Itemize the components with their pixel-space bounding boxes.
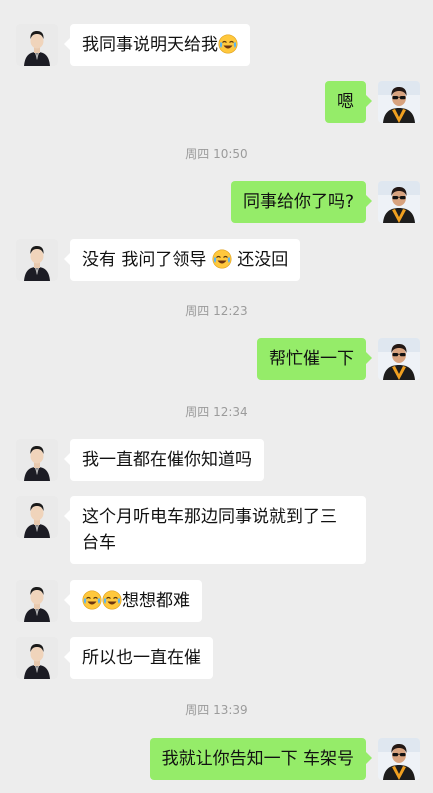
contact-avatar[interactable] xyxy=(16,24,58,66)
message-text: 想想都难 xyxy=(122,591,190,611)
contact-avatar[interactable] xyxy=(16,239,58,281)
message-bubble-incoming[interactable]: 我一直都在催你知道吗 xyxy=(64,439,264,481)
avatar-image xyxy=(16,239,58,281)
message-bubble-outgoing[interactable]: 我就让你告知一下 车架号 xyxy=(149,738,373,780)
avatar-image xyxy=(16,24,58,66)
contact-avatar[interactable] xyxy=(16,496,58,538)
message-bubble-incoming[interactable]: 没有 我问了领导 还没回 xyxy=(63,239,301,281)
my-avatar[interactable] xyxy=(378,181,420,223)
message-text: 同事给你了吗? xyxy=(242,192,354,212)
timestamp: 周四 12:23 xyxy=(185,304,248,318)
message-text-line: 这个月听电车那边同事说就到了三 xyxy=(82,507,337,527)
message-text: 我一直都在催你知道吗 xyxy=(82,450,252,470)
avatar-image xyxy=(378,81,420,123)
contact-avatar[interactable] xyxy=(16,637,58,679)
laughing-crying-emoji-icon xyxy=(212,249,232,269)
laughing-crying-emoji-icon xyxy=(218,34,238,54)
message-text: 还没回 xyxy=(237,250,289,270)
contact-avatar[interactable] xyxy=(16,580,58,622)
message-text: 帮忙催一下 xyxy=(269,349,354,369)
timestamp: 周四 12:34 xyxy=(185,405,248,419)
message-bubble-incoming[interactable]: 所以也一直在催 xyxy=(64,637,213,679)
message-bubble-incoming[interactable]: 这个月听电车那边同事说就到了三 台车 xyxy=(64,496,366,564)
laughing-crying-emoji-icon xyxy=(102,590,122,610)
avatar-image xyxy=(378,338,420,380)
message-text: 我同事说明天给我 xyxy=(82,35,218,55)
message-text-line: 台车 xyxy=(82,533,116,553)
avatar-image xyxy=(378,181,420,223)
message-text: 没有 我问了领导 xyxy=(82,250,207,270)
my-avatar[interactable] xyxy=(378,338,420,380)
timestamp: 周四 10:50 xyxy=(185,147,248,161)
message-text: 嗯 xyxy=(337,92,354,112)
message-bubble-incoming[interactable]: 我同事说明天给我 xyxy=(64,24,250,66)
my-avatar[interactable] xyxy=(378,81,420,123)
avatar-image xyxy=(16,496,58,538)
my-avatar[interactable] xyxy=(378,738,420,780)
avatar-image xyxy=(16,637,58,679)
contact-avatar[interactable] xyxy=(16,439,58,481)
avatar-image xyxy=(16,580,58,622)
avatar-image xyxy=(16,439,58,481)
message-bubble-incoming[interactable]: 想想都难 xyxy=(64,580,202,622)
avatar-image xyxy=(378,738,420,780)
message-bubble-outgoing[interactable]: 帮忙催一下 xyxy=(257,338,372,380)
message-text: 所以也一直在催 xyxy=(82,648,201,668)
message-bubble-outgoing[interactable]: 嗯 xyxy=(325,81,372,123)
timestamp: 周四 13:39 xyxy=(185,703,248,717)
laughing-crying-emoji-icon xyxy=(82,590,102,610)
message-text: 我就让你告知一下 车架号 xyxy=(161,749,354,769)
message-bubble-outgoing[interactable]: 同事给你了吗? xyxy=(230,181,373,223)
